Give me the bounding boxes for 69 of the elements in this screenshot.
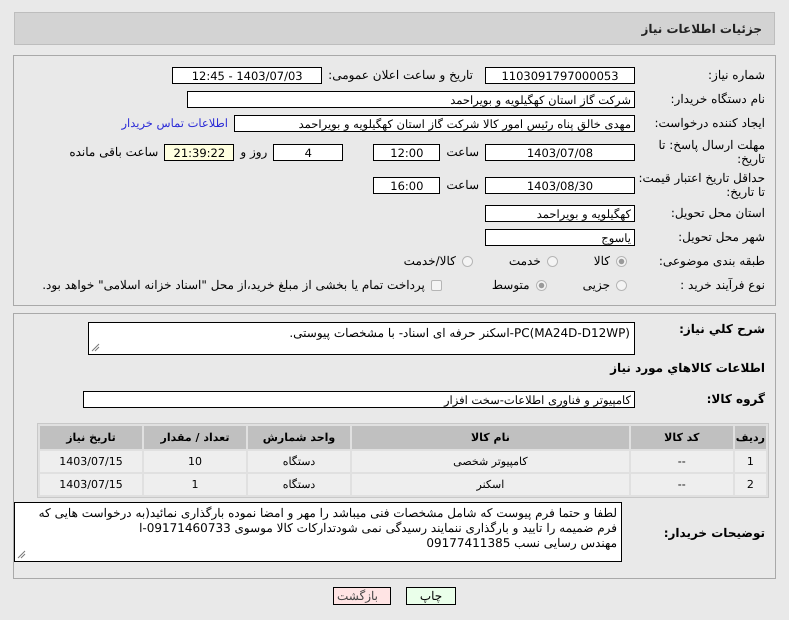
radio-label: کالا/خدمت: [402, 254, 457, 268]
description-textarea[interactable]: PC(MA24D-D12WP)-اسکنر حرفه ای اسناد- با مشخصات پیوستی.: [88, 322, 635, 355]
table-cell: کامپیوتر شخصی: [352, 451, 629, 472]
radio-label: متوسط: [490, 278, 531, 292]
field-label: مهلت ارسال پاسخ: تا تاریخ:: [657, 138, 766, 166]
goods-group-field: کامپیوتر و فناوری اطلاعات-سخت افزار: [83, 390, 635, 408]
field-label: حداقل تاریخ اعتبار قیمت: تا تاریخ:: [637, 171, 766, 199]
column-header: کد کالا: [630, 426, 733, 449]
time-field: 16:00: [373, 176, 440, 194]
table-cell: 1403/07/15: [40, 474, 142, 495]
radio-button[interactable]: [616, 280, 627, 290]
checkbox[interactable]: [430, 280, 442, 290]
buyer-notes-textarea[interactable]: لطفا و حتما فرم پیوست که شامل مشخصات فنی میباشد را مهر و امضا نموده بارگذاری نمائید(به درخواست هایی که فرم ضمیمه را تایید و بارگذاری ننمایند رسیدگی نمی شودتدارکات کالا موسوی 09171460733-ا مهندس رسایی نسب 09177411385: [14, 502, 622, 562]
table-cell: 1403/07/15: [40, 451, 142, 472]
radio-button[interactable]: [536, 280, 547, 290]
action-button[interactable]: چاپ: [406, 587, 456, 605]
radio-label: خدمت: [508, 254, 542, 268]
field-label: ایجاد کننده درخواست:: [653, 116, 766, 130]
field-label: استان محل تحویل:: [670, 206, 766, 220]
field-label: شماره نیاز:: [707, 68, 766, 82]
radio-label: جزیی: [582, 278, 611, 292]
field-label: گروه کالا:: [706, 392, 766, 406]
radio-button[interactable]: [546, 256, 558, 266]
need-number-field: 1103091797000053: [485, 66, 635, 84]
table-cell: دستگاه: [248, 451, 350, 472]
table-cell: اسکنر: [352, 474, 629, 495]
field-label: نام دستگاه خریدار:: [670, 92, 766, 106]
field-label: ساعت: [445, 178, 480, 192]
city-field: یاسوج: [485, 228, 635, 246]
field-label: نوع فرآیند خرید :: [679, 278, 766, 292]
table-cell: 1: [144, 474, 246, 495]
requester-field: مهدی خالق پناه رئیس امور کالا شرکت گاز استان کهگیلویه و بویراحمد: [234, 114, 635, 132]
radio-button[interactable]: [462, 256, 473, 266]
table-cell: 10: [144, 451, 246, 472]
field-label: ساعت باقی مانده: [68, 145, 160, 159]
table-cell: --: [630, 451, 733, 472]
time-field: 12:00: [373, 144, 440, 160]
table-cell: دستگاه: [248, 474, 350, 495]
province-field: کهگیلویه و بویراحمد: [485, 204, 635, 222]
page-title: جزئیات اطلاعات نیاز: [641, 22, 762, 36]
field-label: توضیحات خریدار:: [662, 526, 766, 540]
field-label: طبقه بندی موضوعی:: [658, 254, 766, 268]
radio-button[interactable]: [616, 256, 627, 266]
resize-grip-icon: [91, 343, 100, 352]
column-header: تعداد / مقدار: [144, 426, 246, 449]
column-header: نام کالا: [352, 426, 629, 449]
date-field: 1403/07/08: [485, 144, 635, 160]
section-heading: اطلاعات کالاهاي مورد نياز: [608, 361, 766, 375]
announce-date-field: 1403/07/03 - 12:45: [172, 66, 322, 84]
table-cell: 2: [734, 474, 766, 495]
table-cell: 1: [734, 451, 766, 472]
checkbox-label: پرداخت تمام یا بخشی از مبلغ خرید،از محل "اسناد خزانه اسلامی" خواهد بود.: [41, 278, 426, 292]
field-label: ساعت: [445, 145, 480, 159]
column-header: ردیف: [734, 426, 766, 449]
remaining-time-field: 21:39:22: [164, 144, 234, 160]
field-label: شهر محل تحویل:: [677, 230, 766, 244]
table-cell: --: [630, 474, 733, 495]
field-label: روز و: [238, 145, 268, 159]
field-label: تاریخ و ساعت اعلان عمومی:: [327, 68, 474, 82]
buyer-org-field: شرکت گاز استان کهگیلویه و بویراحمد: [187, 90, 635, 108]
column-header: واحد شمارش: [248, 426, 350, 449]
buyer-contact-link[interactable]: اطلاعات تماس خریدار: [121, 116, 228, 130]
field-label: شرح کلي نياز:: [678, 322, 766, 336]
days-field: 4: [273, 144, 344, 160]
action-button[interactable]: بازگشت: [333, 587, 391, 605]
date-field: 1403/08/30: [485, 176, 635, 194]
resize-grip-icon: [17, 550, 26, 559]
radio-label: کالا: [592, 254, 611, 268]
column-header: تاریخ نیاز: [40, 426, 142, 449]
